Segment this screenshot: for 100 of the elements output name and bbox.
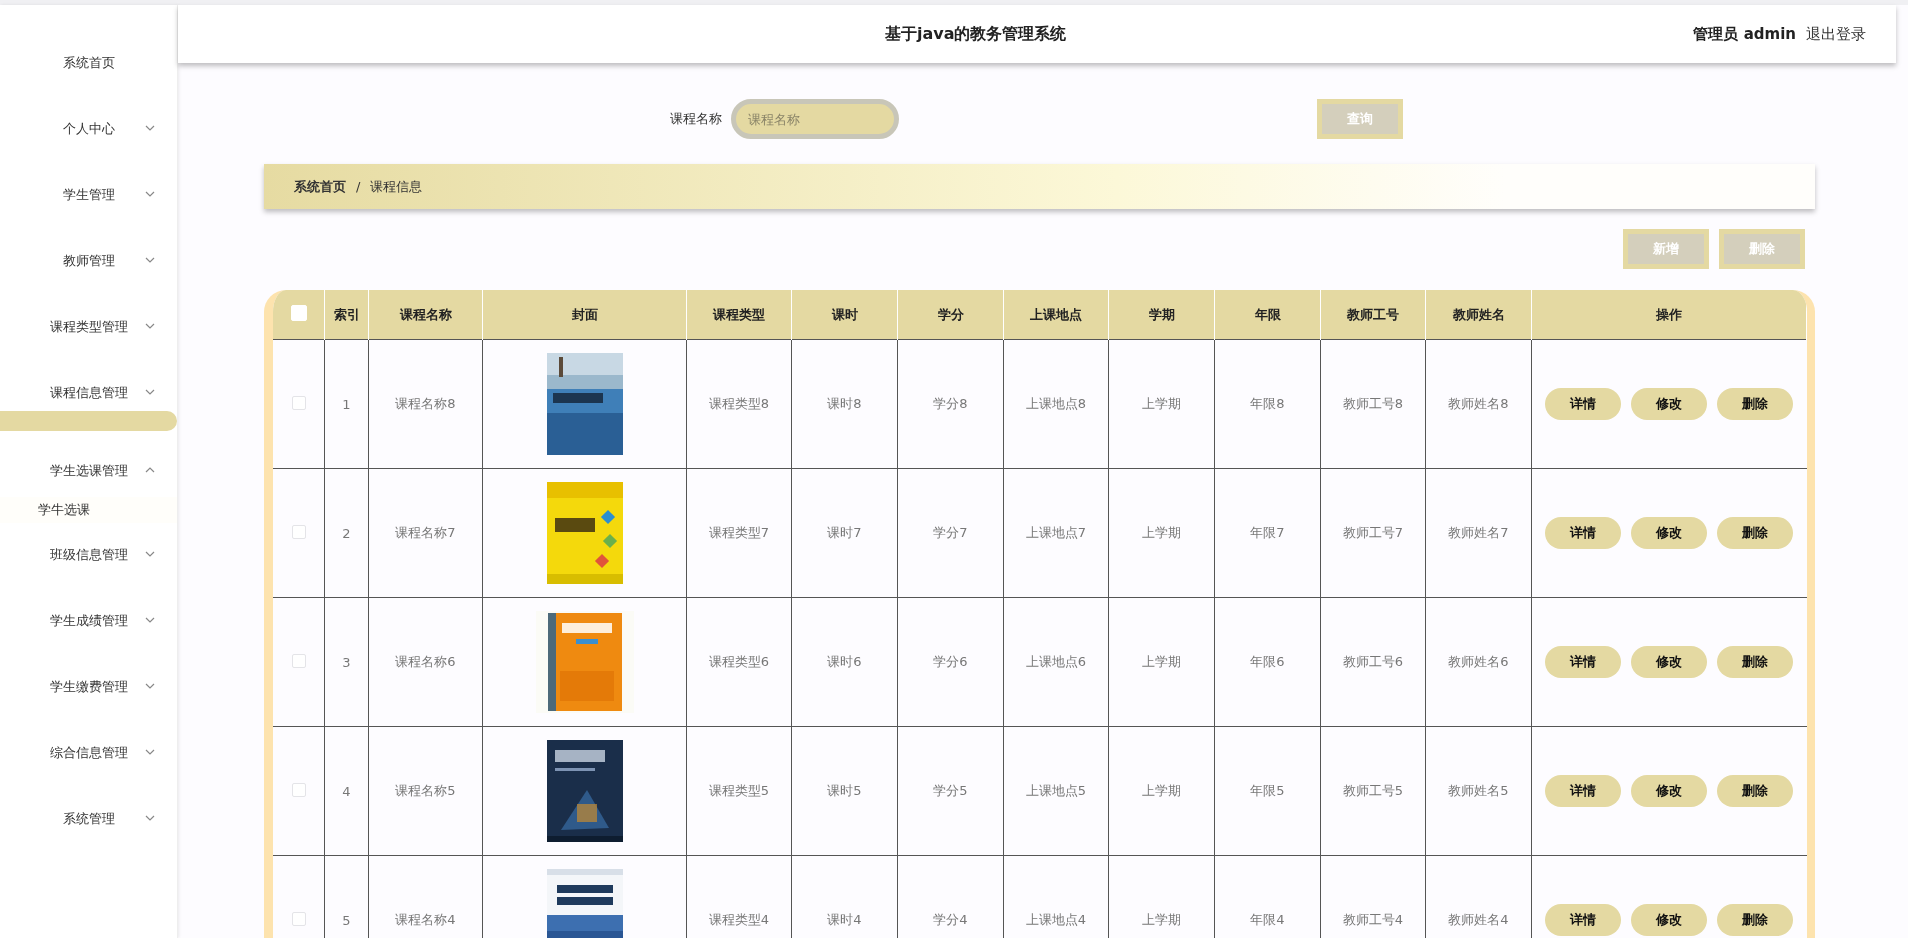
table-cell: 课程名称8 <box>368 339 483 469</box>
table-cell: 课时8 <box>791 339 898 469</box>
table-cell: 2 <box>324 468 369 598</box>
row-action-button[interactable]: 修改 <box>1631 388 1708 420</box>
chevron-icon <box>145 323 155 329</box>
sidebar-item[interactable]: 综合信息管理 <box>0 741 177 765</box>
column-header: 封面 <box>482 290 687 340</box>
table-cell: 学分6 <box>897 597 1004 727</box>
row-action-button[interactable]: 详情 <box>1545 775 1622 807</box>
submenu-item[interactable]: 学牛选课 <box>0 497 177 523</box>
breadcrumb-separator: / <box>356 179 361 194</box>
row-action-button[interactable]: 修改 <box>1631 646 1708 678</box>
table-cell: 3 <box>324 597 369 727</box>
sidebar-item[interactable]: 学生成绩管理 <box>0 609 177 633</box>
table-cell: 1 <box>324 339 369 469</box>
table-cell: 教师工号6 <box>1320 597 1426 727</box>
app-title: 基于java的教务管理系统 <box>883 23 1068 45</box>
chevron-icon <box>145 257 155 263</box>
column-header: 教师姓名 <box>1425 290 1532 340</box>
row-action-button[interactable]: 删除 <box>1717 775 1794 807</box>
checkbox[interactable] <box>291 524 306 539</box>
column-header: 课程名称 <box>368 290 483 340</box>
field-label: 课程名称 <box>670 110 722 128</box>
sidebar-item[interactable]: 学生缴费管理 <box>0 675 177 699</box>
row-action-button[interactable]: 详情 <box>1545 517 1622 549</box>
table-cell: 课程类型7 <box>686 468 792 598</box>
column-header: 教师工号 <box>1320 290 1426 340</box>
column-header: 索引 <box>324 290 369 340</box>
checkbox[interactable] <box>291 653 306 668</box>
chevron-icon <box>145 389 155 395</box>
column-header: 年限 <box>1214 290 1321 340</box>
breadcrumb-link[interactable]: 课程信息 <box>370 177 423 196</box>
row-action-button[interactable]: 删除 <box>1717 904 1794 936</box>
column-header: 学分 <box>897 290 1004 340</box>
table-cell: 上课地点7 <box>1003 468 1109 598</box>
row-action-button[interactable]: 详情 <box>1545 904 1622 936</box>
table-cell: 课程类型5 <box>686 726 792 856</box>
row-action-button[interactable]: 删除 <box>1717 388 1794 420</box>
chevron-icon <box>145 683 155 689</box>
table-cell: 学分5 <box>897 726 1004 856</box>
table-cell: 教师姓名7 <box>1425 468 1532 598</box>
chevron-icon <box>145 467 155 473</box>
table-cell: 上课地点8 <box>1003 339 1109 469</box>
chevron-icon <box>145 551 155 557</box>
table-cell: 教师工号8 <box>1320 339 1426 469</box>
search-field[interactable]: 课程名称 <box>731 99 899 139</box>
table-cell: 课时5 <box>791 726 898 856</box>
chevron-icon <box>145 191 155 197</box>
table-cell: 上课地点5 <box>1003 726 1109 856</box>
row-action-button[interactable]: 详情 <box>1545 646 1622 678</box>
table-cell: 教师工号5 <box>1320 726 1426 856</box>
chevron-icon <box>145 749 155 755</box>
sidebar-item[interactable]: 学生选课管理 <box>0 459 177 483</box>
table-cell: 年限6 <box>1214 597 1321 727</box>
table-cell: 上学期 <box>1108 597 1215 727</box>
column-header: 学期 <box>1108 290 1215 340</box>
sidebar-item[interactable]: 系统管理 <box>0 807 177 831</box>
sidebar-item[interactable]: 教师管理 <box>0 249 177 273</box>
sidebar-item[interactable]: 个人中心 <box>0 117 177 141</box>
sidebar-item[interactable]: 班级信息管理 <box>0 543 177 567</box>
sidebar-item[interactable]: 课程信息管理 <box>0 381 177 405</box>
row-action-button[interactable]: 修改 <box>1631 775 1708 807</box>
row-action-button[interactable]: 删除 <box>1717 646 1794 678</box>
column-header: 课时 <box>791 290 898 340</box>
sidebar-item[interactable]: 课程类型管理 <box>0 315 177 339</box>
table-cell: 课时7 <box>791 468 898 598</box>
column-header: 上课地点 <box>1003 290 1109 340</box>
table-cell: 年限7 <box>1214 468 1321 598</box>
column-header: 操作 <box>1531 290 1807 340</box>
column-header: 课程类型 <box>686 290 792 340</box>
table-cell: 课程名称7 <box>368 468 483 598</box>
row-action-button[interactable]: 修改 <box>1631 517 1708 549</box>
checkbox[interactable] <box>291 782 306 797</box>
logout-link[interactable]: 退出登录 <box>1806 24 1866 44</box>
checkbox[interactable] <box>291 395 306 410</box>
table-cell: 教师姓名6 <box>1425 597 1532 727</box>
user-label: 管理员 admin <box>1693 24 1796 44</box>
table-cell: 课程名称6 <box>368 597 483 727</box>
row-action-button[interactable]: 修改 <box>1631 904 1708 936</box>
table-cell: 学分8 <box>897 339 1004 469</box>
table-cell: 课程类型6 <box>686 597 792 727</box>
sidebar-item[interactable]: 系统首页 <box>0 51 177 75</box>
table-cell: 4 <box>324 726 369 856</box>
row-action-button[interactable]: 删除 <box>1717 517 1794 549</box>
chevron-icon <box>145 125 155 131</box>
row-action-button[interactable]: 详情 <box>1545 388 1622 420</box>
table-cell: 课程类型8 <box>686 339 792 469</box>
table-cell: 教师姓名8 <box>1425 339 1532 469</box>
table-cell: 教师工号7 <box>1320 468 1426 598</box>
chevron-icon <box>145 617 155 623</box>
breadcrumb-link[interactable]: 系统首页 <box>294 177 346 196</box>
checkbox[interactable] <box>291 911 306 926</box>
table-cell: 上学期 <box>1108 468 1215 598</box>
sidebar-item[interactable]: 学生管理 <box>0 183 177 207</box>
table-cell: 上学期 <box>1108 726 1215 856</box>
table-cell: 年限8 <box>1214 339 1321 469</box>
table-cell: 上课地点6 <box>1003 597 1109 727</box>
table-cell: 上学期 <box>1108 339 1215 469</box>
table-cell: 年限5 <box>1214 726 1321 856</box>
table-cell: 学分7 <box>897 468 1004 598</box>
